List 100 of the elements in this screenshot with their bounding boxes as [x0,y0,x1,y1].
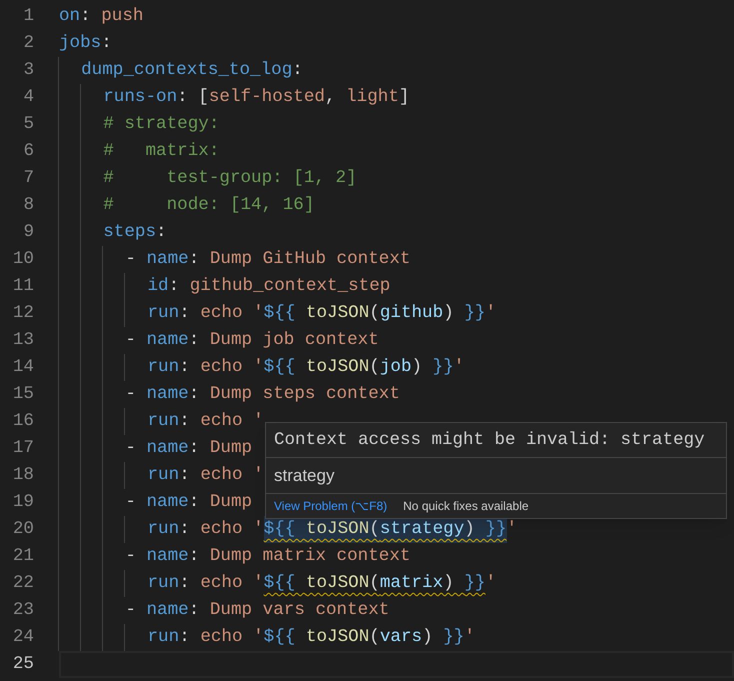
code-token: ( [369,626,380,649]
code-token: Dump GitHub context [210,248,410,271]
code-token: ${{ [264,356,296,379]
code-token: name [146,329,189,352]
code-token: - [125,599,137,622]
line-number: 2 [22,32,34,55]
code-token: ) [422,626,434,649]
code-token: - [125,329,137,352]
code-comment: # test-group: [1, 2] [103,167,357,190]
code-token: : [188,437,200,460]
code-token: ${{ [264,626,296,649]
code-token: github_context_step [190,275,390,298]
code-token: job [380,356,412,379]
line-number: 22 [12,572,34,595]
line-number: 10 [12,248,34,271]
code-token: run [148,464,180,487]
line-number: 21 [12,545,34,568]
code-token: echo ' [200,464,264,487]
line-number: 13 [12,329,34,352]
problem-message: Context access might be invalid: strategy [274,428,705,452]
code-token: Dump vars context [210,599,390,622]
problem-detail: strategy [274,464,334,487]
code-token: github [380,302,444,325]
code-token: - [125,437,137,460]
code-token: run [148,626,180,649]
line-number: 9 [22,221,34,244]
code-token: vars [380,626,422,649]
line-number: 4 [22,86,34,109]
code-token: run [148,572,180,595]
code-token: , [324,86,337,109]
code-token: on [59,5,80,28]
code-token: run [148,302,180,325]
code-token: echo ' [200,356,264,379]
code-token: Dump [210,491,252,514]
code-token: - [125,491,137,514]
code-token: name [146,599,189,622]
code-token: self-hosted [208,86,325,109]
line-number: 18 [12,464,34,487]
code-token: echo ' [200,626,264,649]
line-number: 6 [22,140,34,163]
code-token: name [146,248,189,271]
line-number: 16 [12,410,34,433]
code-token: }} [464,302,486,325]
code-token: Dump matrix context [210,545,410,568]
code-token: run [148,518,180,541]
code-token: ' [506,518,518,541]
code-token: jobs [59,32,102,55]
code-token: ] [398,86,410,109]
line-number: 23 [12,599,34,622]
code-token: : [156,221,167,244]
code-token: }} [443,626,464,649]
code-token: toJSON [306,356,370,379]
line-number: 3 [22,59,34,82]
code-token: echo ' [200,410,264,433]
code-token: toJSON [306,626,370,649]
line-number: 11 [12,275,34,298]
code-token: name [146,437,189,460]
code-token: ${{ [264,302,296,325]
code-token: : [179,464,191,487]
code-token: : [188,248,200,271]
code-token: : [188,491,200,514]
code-token: toJSON [306,302,370,325]
code-token: echo ' [200,302,264,325]
code-token: id [148,275,169,298]
code-token: : [188,599,200,622]
view-problem-link[interactable]: View Problem (⌥F8) [274,497,388,515]
code-token: : [188,545,200,568]
code-token: ) [412,356,424,379]
line-number: 20 [12,518,34,541]
quick-fix-note: No quick fixes available [403,498,529,515]
code-token: run [148,356,180,379]
line-number: 5 [22,113,34,136]
code-token: : [179,626,191,649]
code-token: : [179,410,191,433]
code-token: steps [103,221,156,244]
code-token: : [101,32,112,55]
code-token: - [125,545,137,568]
code-token: run [148,410,180,433]
code-token: Dump [210,437,252,460]
code-token: dump_contexts_to_log [81,59,292,82]
code-token: ' [464,626,475,649]
code-token: ( [369,302,380,325]
code-token: : [179,518,191,541]
code-token: push [101,5,144,28]
code-token: : [188,383,200,406]
line-number: 15 [12,383,34,406]
code-token: name [146,383,189,406]
line-number: 25 [12,653,34,676]
line-number: 19 [12,491,34,514]
line-number: 24 [12,626,34,649]
code-token: runs-on [103,86,178,109]
code-token: - [125,248,137,271]
code-token: echo ' [200,572,264,595]
line-number: 14 [12,356,34,379]
code-token: : [80,5,92,28]
code-token: ' [485,572,496,595]
code-comment: # matrix: [103,140,220,163]
code-token: : [179,356,191,379]
code-token: ' [485,302,496,325]
code-token: light [346,86,399,109]
